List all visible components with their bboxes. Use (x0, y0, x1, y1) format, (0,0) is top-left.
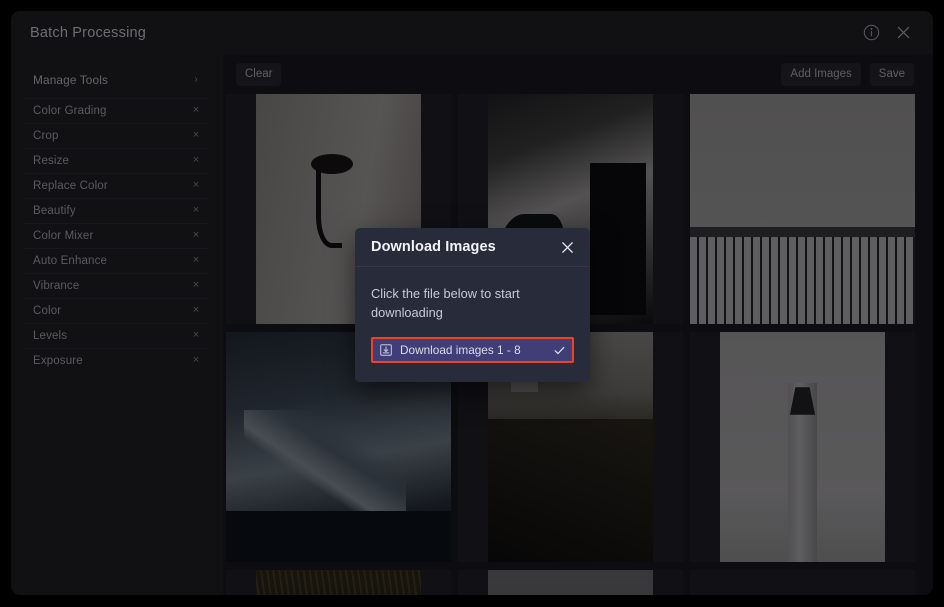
remove-icon[interactable]: × (190, 255, 202, 266)
thumbnail-lighthouse[interactable] (690, 332, 915, 562)
sidebar-item-replace-color[interactable]: Replace Color × (25, 173, 209, 198)
photo-shape (690, 237, 915, 324)
thumbnail-image (720, 332, 884, 562)
sidebar-item-color-mixer[interactable]: Color Mixer × (25, 223, 209, 248)
check-icon (552, 343, 566, 357)
thumbnail-image (690, 94, 915, 324)
sidebar-item-label: Resize (33, 155, 190, 167)
photo-shape (783, 387, 822, 415)
manage-tools-label: Manage Tools (33, 73, 190, 87)
sidebar-item-auto-enhance[interactable]: Auto Enhance × (25, 248, 209, 273)
dialog-message: Click the file below to start downloadin… (371, 284, 556, 322)
dialog-body: Click the file below to start downloadin… (355, 267, 590, 382)
download-file-icon (379, 343, 393, 357)
photo-shape (590, 163, 646, 315)
thumbnail-plain[interactable] (458, 570, 683, 595)
sidebar-item-label: Beautify (33, 205, 190, 217)
sidebar-item-exposure[interactable]: Exposure × (25, 348, 209, 373)
remove-icon[interactable]: × (190, 155, 202, 166)
sidebar: Manage Tools › Color Grading × Crop × Re… (11, 54, 223, 595)
sidebar-item-resize[interactable]: Resize × (25, 148, 209, 173)
sidebar-item-label: Vibrance (33, 280, 190, 292)
thumbnail-building[interactable] (690, 94, 915, 324)
sidebar-item-label: Color (33, 305, 190, 317)
toolbar: Clear Add Images Save (223, 54, 933, 94)
save-button[interactable]: Save (870, 63, 914, 86)
sidebar-item-crop[interactable]: Crop × (25, 123, 209, 148)
dialog-title: Download Images (371, 239, 558, 255)
clear-button[interactable]: Clear (236, 63, 281, 86)
sidebar-item-color[interactable]: Color × (25, 298, 209, 323)
info-circle-icon[interactable] (861, 23, 881, 43)
thumbnail-image (488, 570, 652, 595)
sidebar-item-vibrance[interactable]: Vibrance × (25, 273, 209, 298)
add-images-button[interactable]: Add Images (781, 63, 860, 86)
remove-icon[interactable]: × (190, 330, 202, 341)
dialog-header: Download Images (355, 228, 590, 267)
app-window: Batch Processing Manage Tools › Color Gr… (11, 11, 933, 595)
sidebar-item-label: Color Grading (33, 105, 190, 117)
photo-shape (311, 154, 354, 175)
chevron-right-icon: › (190, 75, 202, 85)
photo-shape (316, 170, 342, 248)
close-icon[interactable] (558, 238, 576, 256)
remove-icon[interactable]: × (190, 305, 202, 316)
remove-icon[interactable]: × (190, 180, 202, 191)
download-highlight-box: Download images 1 - 8 (371, 337, 574, 363)
close-icon[interactable] (893, 23, 913, 43)
sidebar-item-label: Auto Enhance (33, 255, 190, 267)
sidebar-item-label: Color Mixer (33, 230, 190, 242)
photo-shape (488, 419, 652, 562)
download-images-item[interactable]: Download images 1 - 8 (373, 339, 572, 361)
photo-shape (788, 383, 818, 562)
thumbnail-image (256, 570, 420, 595)
thumbnail-grass[interactable] (226, 570, 451, 595)
sidebar-item-manage-tools[interactable]: Manage Tools › (25, 63, 209, 96)
sidebar-item-beautify[interactable]: Beautify × (25, 198, 209, 223)
sidebar-item-color-grading[interactable]: Color Grading × (25, 98, 209, 123)
sidebar-item-label: Levels (33, 330, 190, 342)
remove-icon[interactable]: × (190, 105, 202, 116)
sidebar-item-label: Replace Color (33, 180, 190, 192)
sidebar-item-levels[interactable]: Levels × (25, 323, 209, 348)
page-title: Batch Processing (30, 25, 146, 41)
title-bar: Batch Processing (11, 11, 933, 54)
download-item-label: Download images 1 - 8 (400, 343, 552, 357)
photo-shape (244, 410, 406, 539)
remove-icon[interactable]: × (190, 205, 202, 216)
remove-icon[interactable]: × (190, 230, 202, 241)
remove-icon[interactable]: × (190, 280, 202, 291)
photo-shape (256, 570, 420, 595)
photo-shape (226, 511, 451, 562)
photo-shape (690, 227, 915, 241)
thumbnail-empty[interactable] (690, 570, 915, 595)
remove-icon[interactable]: × (190, 130, 202, 141)
download-images-dialog: Download Images Click the file below to … (355, 228, 590, 382)
sidebar-item-label: Exposure (33, 355, 190, 367)
remove-icon[interactable]: × (190, 355, 202, 366)
sidebar-item-label: Crop (33, 130, 190, 142)
